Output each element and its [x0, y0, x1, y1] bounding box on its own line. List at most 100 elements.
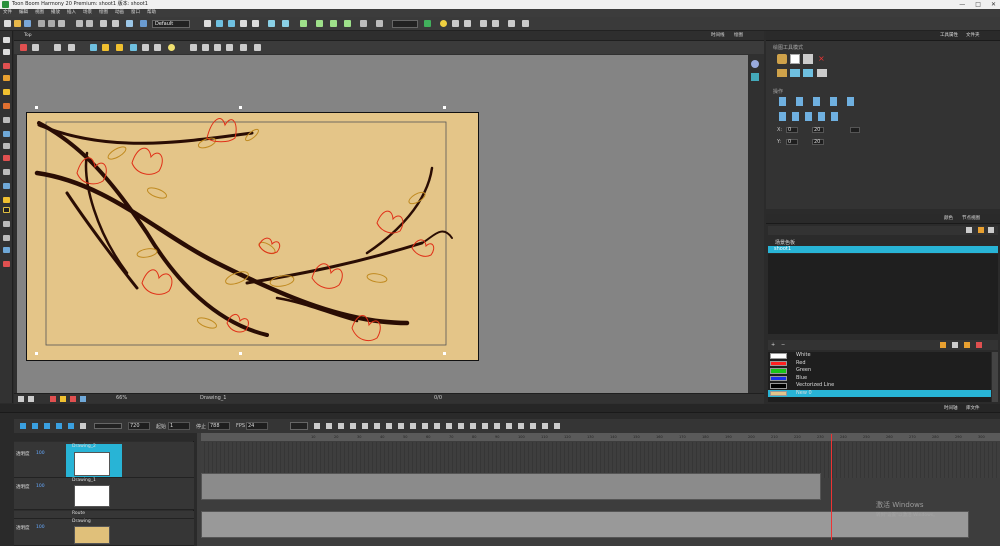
menu-play[interactable]: 播放: [51, 9, 60, 17]
pencil-tool-icon[interactable]: [3, 75, 10, 81]
swatch-row[interactable]: Green: [768, 367, 991, 375]
exposure-bar[interactable]: [201, 473, 821, 500]
align-center-icon[interactable]: [214, 44, 221, 51]
undo-icon[interactable]: [76, 20, 83, 27]
peg-row[interactable]: Route: [14, 511, 194, 519]
palette-list-item[interactable]: shoot1: [768, 246, 998, 253]
zoom-out-icon[interactable]: [18, 396, 24, 402]
add-color-icon[interactable]: +: [771, 342, 777, 348]
current-frame-field[interactable]: 720: [128, 422, 150, 430]
timeline-tab[interactable]: 时间线: [711, 31, 725, 40]
rectangle-tool-icon[interactable]: [3, 131, 10, 137]
layer-row[interactable]: 透明度 100 Drawing: [14, 519, 194, 546]
text-tool-icon[interactable]: [3, 117, 10, 123]
navigator-icon[interactable]: [751, 60, 759, 68]
layer-opacity[interactable]: 100: [36, 525, 45, 530]
transform-handle[interactable]: [35, 106, 38, 109]
operations-row-1[interactable]: [779, 97, 859, 106]
y-field[interactable]: 0: [786, 139, 798, 145]
rotate-view-icon[interactable]: [3, 235, 10, 241]
start-field[interactable]: 1: [168, 422, 190, 430]
transform-handle[interactable]: [239, 106, 242, 109]
transform-handle[interactable]: [443, 106, 446, 109]
plugin-icon[interactable]: [424, 20, 431, 27]
minimize-button[interactable]: —: [959, 0, 965, 9]
mask-icon[interactable]: [54, 44, 61, 51]
option-icon[interactable]: [803, 69, 813, 77]
animate-mode-icon[interactable]: [20, 44, 27, 51]
node-view-tab[interactable]: 节点视图: [962, 214, 980, 223]
library-tab[interactable]: 库文件: [966, 404, 980, 413]
width-field[interactable]: 20: [812, 127, 824, 133]
brush-tool-icon[interactable]: [3, 63, 10, 69]
swatch-icon[interactable]: [976, 342, 982, 348]
flip-icon[interactable]: [480, 20, 487, 27]
transform-handle[interactable]: [443, 352, 446, 355]
step-icon[interactable]: [32, 423, 38, 429]
swatch-icon[interactable]: [964, 342, 970, 348]
layer-row[interactable]: 透明度 100 Drawing_2: [14, 442, 194, 478]
bulb-icon[interactable]: [440, 20, 447, 27]
clear-icon[interactable]: ×: [818, 55, 825, 63]
transform-handle[interactable]: [35, 352, 38, 355]
drawing-canvas[interactable]: [26, 112, 479, 361]
ink-tool-icon[interactable]: [3, 169, 10, 175]
menu-edit[interactable]: 编辑: [19, 9, 28, 17]
shade-icon[interactable]: [68, 44, 75, 51]
transform-handle[interactable]: [239, 352, 242, 355]
color-tab[interactable]: 颜色: [944, 214, 953, 223]
brush-icon[interactable]: [154, 44, 161, 51]
balloon-icon[interactable]: [168, 44, 175, 51]
grid-view-icon[interactable]: [130, 44, 137, 51]
swatch-row[interactable]: White: [768, 352, 991, 360]
layer-name[interactable]: Drawing_2: [72, 444, 96, 449]
flip-h-icon[interactable]: [240, 44, 247, 51]
morph-tool-icon[interactable]: [3, 247, 10, 253]
peg-name[interactable]: Route: [72, 511, 85, 516]
snap-contour-icon[interactable]: [803, 54, 813, 64]
select-tool-icon[interactable]: [3, 37, 10, 43]
exposure-bar[interactable]: [201, 511, 969, 538]
flip-v-icon[interactable]: [254, 44, 261, 51]
open-icon[interactable]: [14, 20, 21, 27]
zoom-in-icon[interactable]: [28, 396, 34, 402]
render-icon[interactable]: [464, 20, 471, 27]
light-table-icon[interactable]: [268, 20, 275, 27]
stop-field[interactable]: 788: [208, 422, 230, 430]
hand-tool-icon[interactable]: [3, 197, 10, 203]
paste-icon[interactable]: [112, 20, 119, 27]
drawing-tab[interactable]: 绘图: [734, 31, 743, 40]
align-right-icon[interactable]: [226, 44, 233, 51]
tool-properties-tab[interactable]: 工具属性: [940, 31, 958, 40]
swatch-row[interactable]: Vectorized Line: [768, 382, 991, 390]
angle-field[interactable]: [850, 127, 860, 133]
menu-help[interactable]: 帮助: [147, 9, 156, 17]
copy-icon[interactable]: [100, 20, 107, 27]
rotate-icon[interactable]: [204, 20, 211, 27]
camera-tab-label[interactable]: Top: [24, 31, 32, 40]
layer-name[interactable]: Drawing: [72, 519, 91, 524]
effect-select[interactable]: [392, 20, 418, 28]
deformation-icon[interactable]: [282, 20, 289, 27]
lasso-icon[interactable]: [777, 54, 787, 64]
marquee-icon[interactable]: [790, 54, 800, 64]
play-icon[interactable]: [20, 423, 26, 429]
height-field[interactable]: 20: [812, 139, 824, 145]
envelope-icon[interactable]: [330, 20, 337, 27]
swatch-row[interactable]: Blue: [768, 375, 991, 383]
loop-icon[interactable]: [44, 423, 50, 429]
palette-icon[interactable]: [978, 227, 984, 233]
remove-color-icon[interactable]: −: [781, 342, 787, 348]
first-frame-icon[interactable]: [68, 423, 74, 429]
rigging-tool-icon[interactable]: [3, 261, 10, 267]
camera-mode-icon[interactable]: [80, 396, 86, 402]
ease-icon[interactable]: [376, 20, 383, 27]
menu-file[interactable]: 文件: [3, 9, 12, 17]
keyframe-tools[interactable]: [314, 423, 564, 429]
frame-ruler[interactable]: 10 20 30 40 50 60 70 80 90 100 110 120 130 140 150 160 1…: [201, 433, 1000, 441]
swatch-icon[interactable]: [952, 342, 958, 348]
paint-tool-icon[interactable]: [3, 155, 10, 161]
menu-drawing[interactable]: 绘图: [99, 9, 108, 17]
close-button[interactable]: ✕: [991, 0, 996, 9]
workspace-select[interactable]: Default: [152, 20, 190, 28]
